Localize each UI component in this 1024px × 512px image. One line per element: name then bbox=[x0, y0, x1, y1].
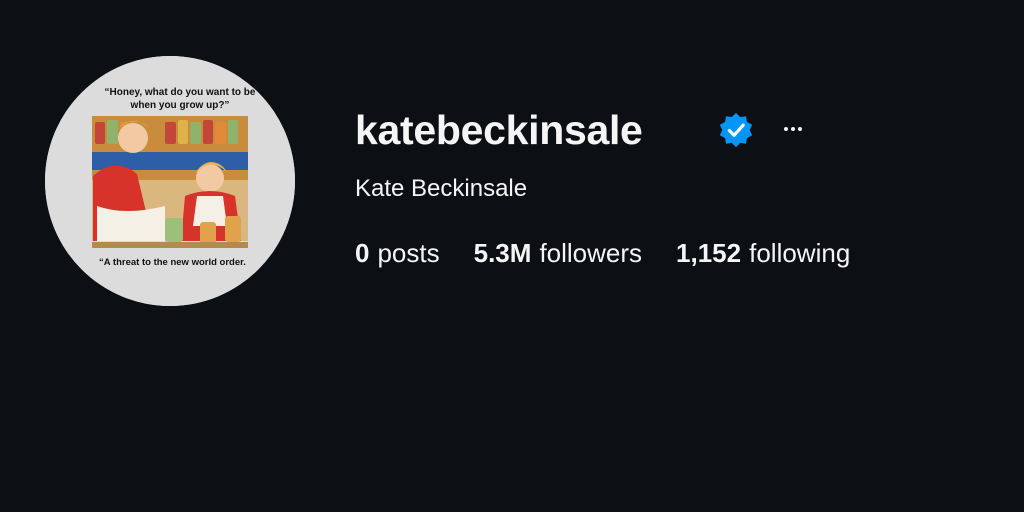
stat-followers-count: 5.3M bbox=[473, 238, 532, 268]
stat-following-label: following bbox=[749, 238, 851, 268]
stat-posts-label: posts bbox=[377, 238, 440, 268]
verified-badge-icon bbox=[719, 112, 753, 148]
stat-following[interactable]: 1,152 following bbox=[676, 237, 850, 269]
profile-header: “Honey, what do you want to be when you … bbox=[0, 0, 1024, 512]
stat-following-count: 1,152 bbox=[676, 238, 742, 268]
more-horizontal-icon bbox=[784, 127, 802, 131]
more-options-button[interactable] bbox=[776, 112, 810, 146]
avatar-caption-top: “Honey, what do you want to be when you … bbox=[104, 87, 256, 111]
stat-followers-label: followers bbox=[539, 238, 643, 268]
stat-followers[interactable]: 5.3M followers bbox=[474, 237, 642, 269]
stat-posts-count: 0 bbox=[355, 238, 370, 268]
avatar-caption-bottom: “A threat to the new world order. bbox=[99, 257, 246, 268]
profile-avatar[interactable]: “Honey, what do you want to be when you … bbox=[45, 56, 295, 306]
profile-stats: 0 posts 5.3M followers 1,152 following bbox=[355, 237, 850, 269]
stat-posts: 0 posts bbox=[355, 237, 440, 269]
profile-full-name: Kate Beckinsale bbox=[355, 175, 528, 202]
profile-username: katebeckinsale bbox=[355, 107, 643, 153]
